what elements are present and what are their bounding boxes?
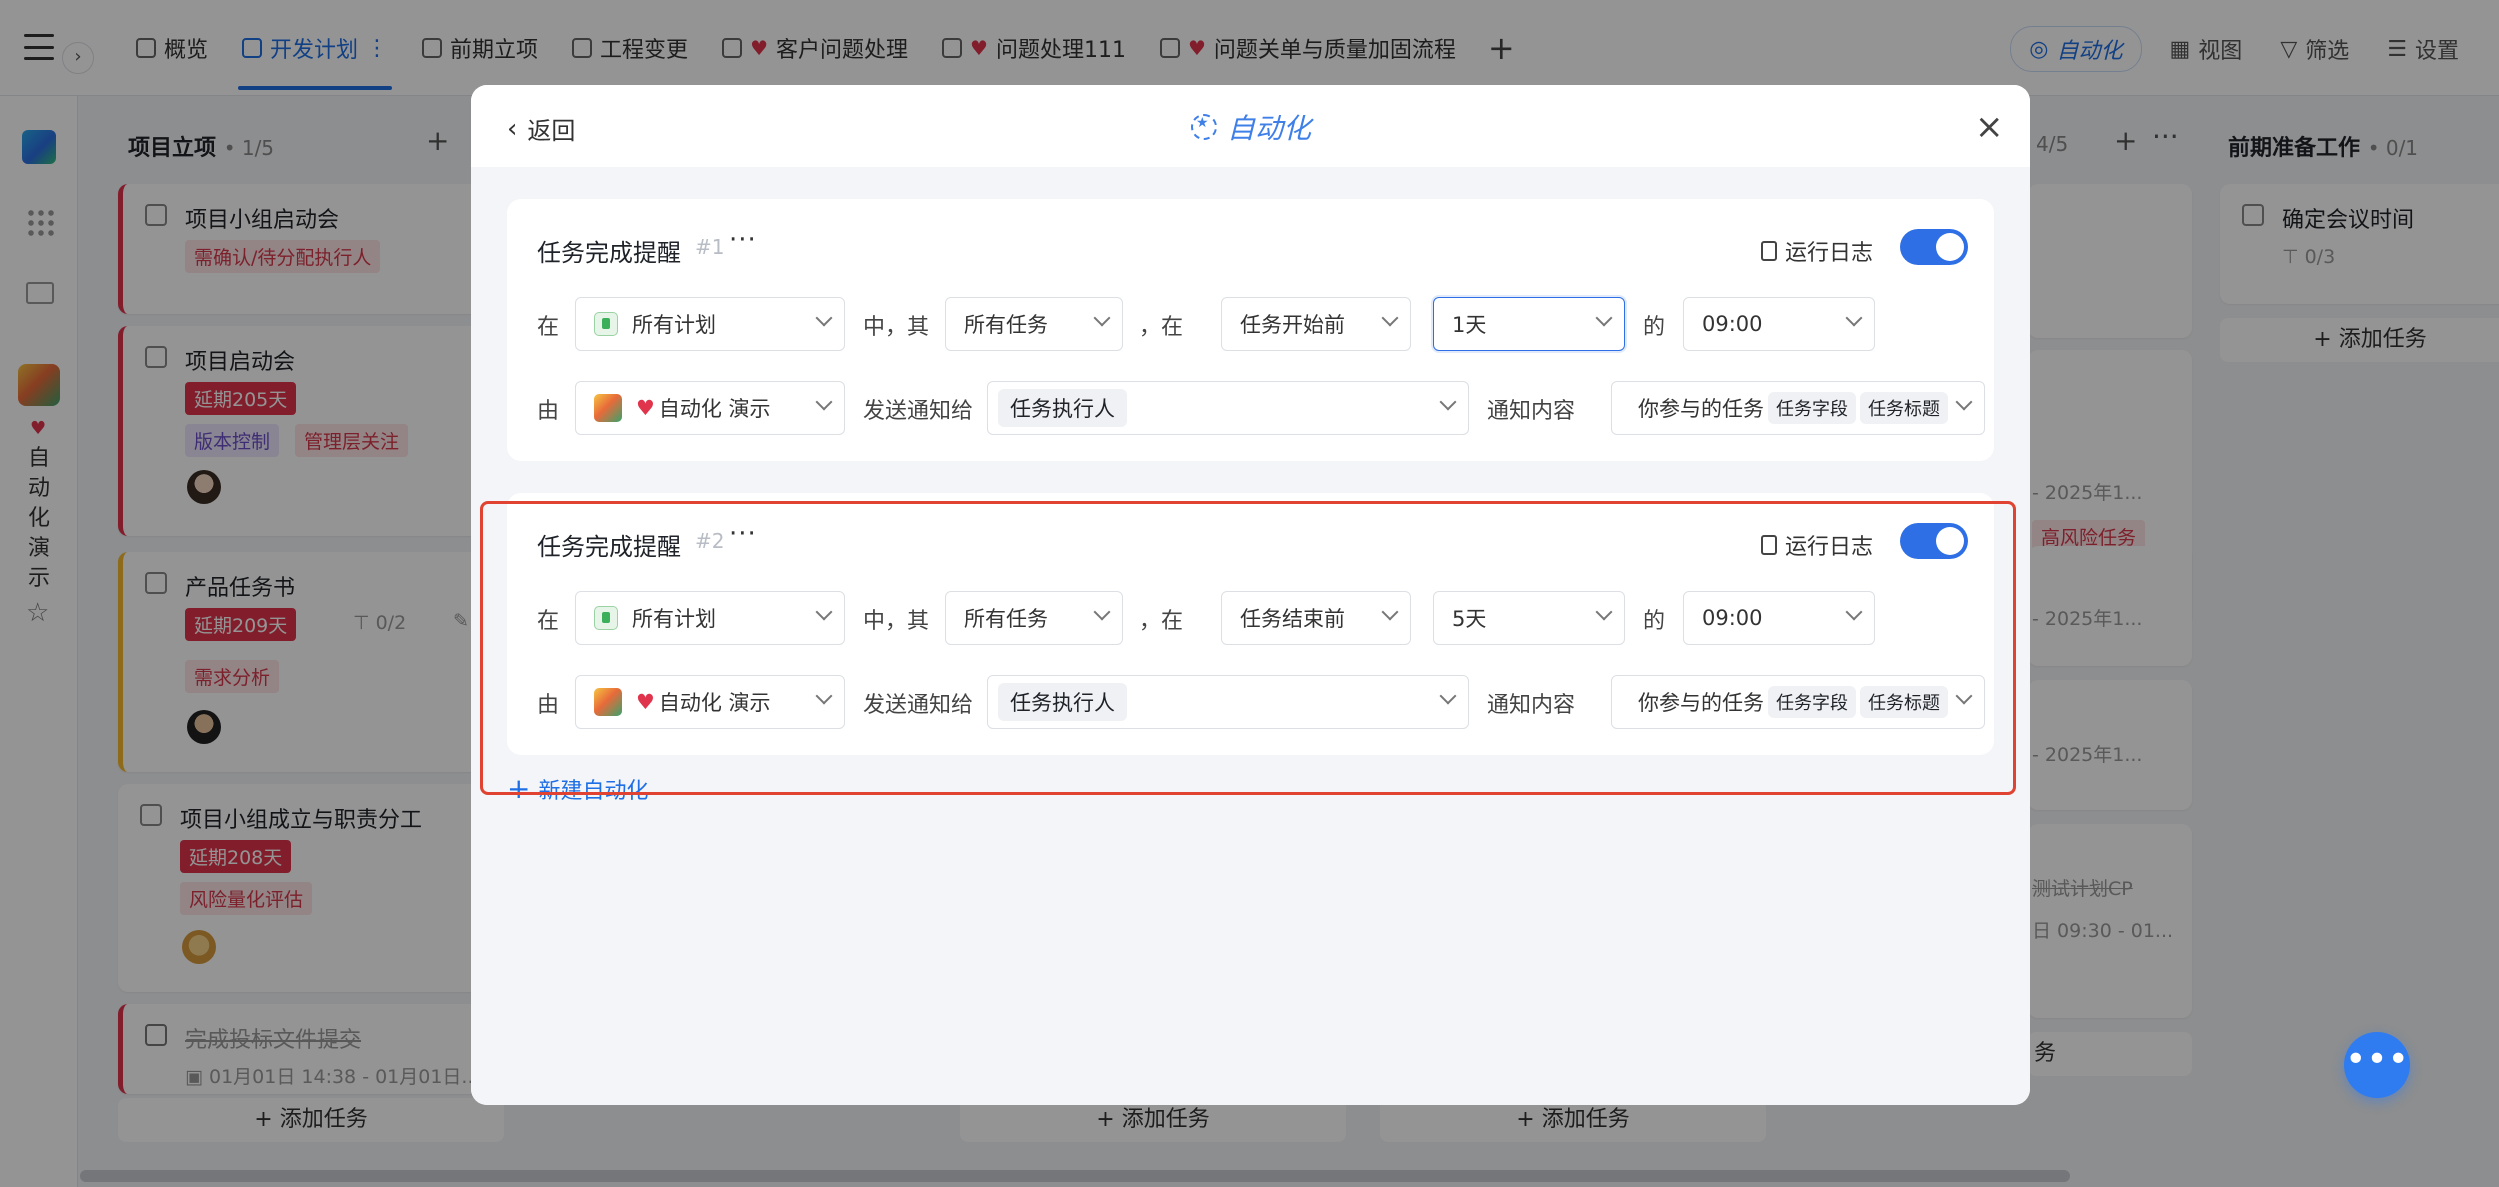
sender-select[interactable]: ♥ 自动化 演示 — [575, 381, 845, 435]
notification-content-select[interactable]: 你参与的任务 任务字段 任务标题 — [1611, 381, 1985, 435]
chevron-down-icon — [1595, 309, 1613, 327]
trigger-select[interactable]: 任务开始前 — [1221, 297, 1411, 351]
chevron-left-icon: ‹ — [507, 113, 518, 144]
back-button[interactable]: ‹ 返回 — [507, 111, 575, 146]
task-scope-select[interactable]: 所有任务 — [945, 297, 1123, 351]
plan-select[interactable]: 所有计划 — [575, 297, 845, 351]
more-options-icon[interactable]: ··· — [729, 225, 757, 255]
app-avatar-icon — [594, 394, 622, 422]
modal-header: ‹返回 自动化 × — [471, 85, 2030, 167]
close-icon[interactable]: × — [1975, 107, 2004, 147]
automation-icon — [1191, 114, 1217, 140]
offset-select[interactable]: 1天 — [1433, 297, 1625, 351]
chevron-down-icon — [1439, 393, 1457, 411]
recipient-select[interactable]: 任务执行人 — [987, 381, 1469, 435]
automation-rule: 任务完成提醒 #1 ··· 运行日志 在 所有计划 中，其 所有任务 ，在 任务… — [507, 199, 1994, 461]
rule-enable-toggle[interactable] — [1900, 229, 1968, 265]
heart-icon: ♥ — [636, 396, 655, 420]
run-log-button[interactable]: 运行日志 — [1761, 235, 1873, 267]
rule-name[interactable]: 任务完成提醒 — [537, 233, 681, 268]
chevron-down-icon — [1381, 309, 1399, 327]
plan-icon — [594, 312, 618, 336]
chat-fab-button[interactable]: ••• — [2344, 1032, 2410, 1098]
chevron-down-icon — [1955, 393, 1973, 411]
clipboard-icon — [1761, 241, 1777, 261]
rule-number: #1 — [695, 235, 725, 259]
chevron-down-icon — [815, 309, 833, 327]
chevron-down-icon — [1845, 309, 1863, 327]
highlight-box — [480, 501, 2016, 795]
chevron-down-icon — [815, 393, 833, 411]
modal-title: 自动化 — [1191, 107, 1311, 147]
time-select[interactable]: 09:00 — [1683, 297, 1875, 351]
automation-modal: ‹返回 自动化 × 任务完成提醒 #1 ··· 运行日志 在 所有计划 中，其 … — [471, 85, 2030, 1105]
chevron-down-icon — [1093, 309, 1111, 327]
